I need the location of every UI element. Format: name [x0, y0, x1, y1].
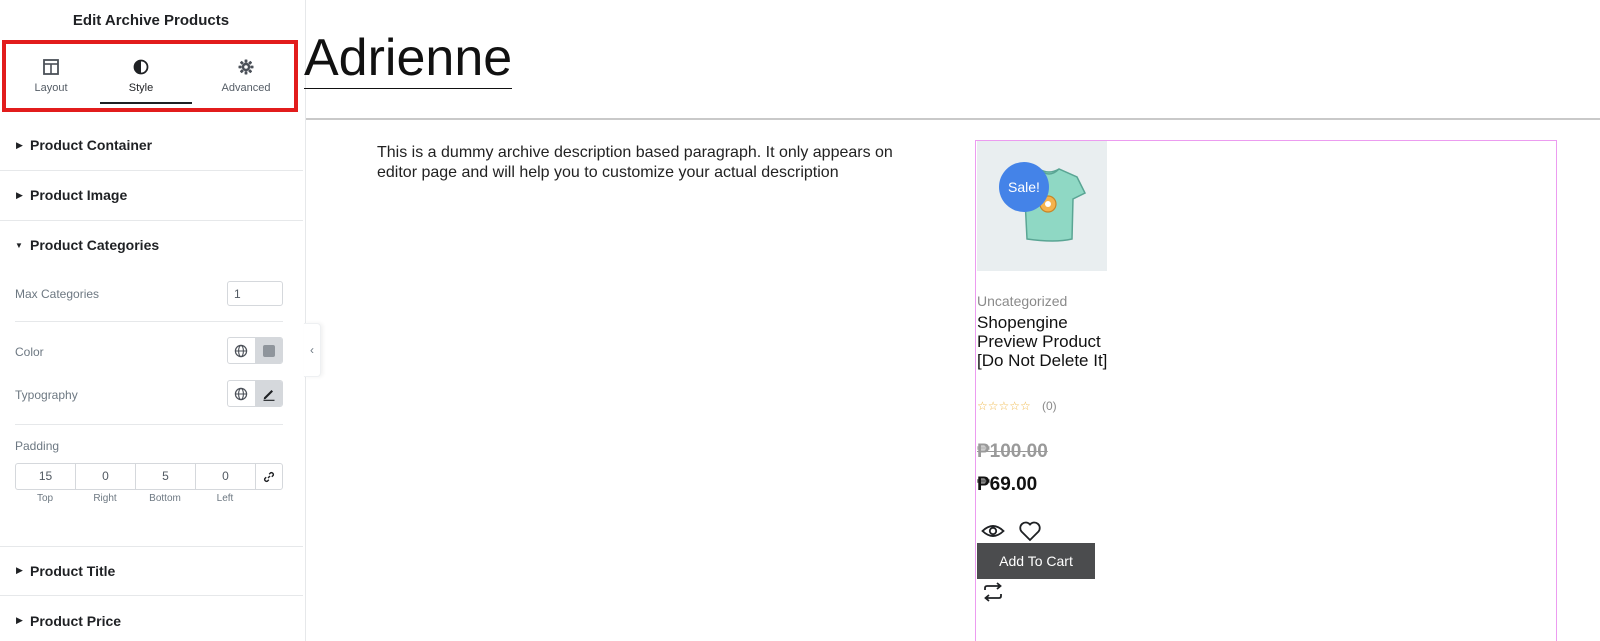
- gear-icon: [238, 59, 254, 75]
- divider: [15, 321, 283, 322]
- caret-right-icon: ▶: [16, 190, 23, 200]
- divider: [15, 424, 283, 425]
- rating-stars: ☆☆☆☆☆: [977, 399, 1031, 413]
- add-to-cart-button[interactable]: Add To Cart: [977, 543, 1095, 579]
- section-title: Product Image: [30, 187, 128, 203]
- edit-typography-button[interactable]: [254, 381, 282, 406]
- padding-right-label: Right: [93, 493, 117, 504]
- sale-badge: Sale!: [999, 162, 1049, 212]
- active-tab-indicator: [100, 102, 192, 104]
- compare-arrows-icon[interactable]: [981, 580, 1005, 604]
- padding-label: Padding: [15, 439, 60, 453]
- section-title: Product Price: [30, 613, 122, 629]
- max-categories-input[interactable]: 1: [227, 281, 283, 306]
- typography-label: Typography: [15, 388, 78, 402]
- half-circle-contrast-icon: [133, 59, 149, 75]
- section-product-price[interactable]: ▶ Product Price: [0, 596, 303, 641]
- padding-bottom-label: Bottom: [149, 493, 181, 504]
- preview-canvas: Adrienne This is a dummy archive descrip…: [304, 0, 1600, 641]
- padding-control: 15 0 5 0: [15, 463, 283, 490]
- wishlist-heart-icon[interactable]: [1018, 519, 1042, 543]
- quick-view-eye-icon[interactable]: [981, 520, 1005, 542]
- caret-right-icon: ▶: [16, 140, 23, 150]
- section-product-image[interactable]: ▶ Product Image: [0, 171, 303, 221]
- max-categories-label: Max Categories: [15, 287, 100, 301]
- tab-layout-label: Layout: [34, 82, 68, 94]
- link-icon: [264, 471, 274, 482]
- tshirt-image: [1014, 168, 1087, 242]
- padding-top-input[interactable]: 15: [16, 464, 76, 489]
- section-title: Product Categories: [30, 237, 160, 253]
- product-title-link[interactable]: Shopengine Preview Product [Do Not Delet…: [977, 313, 1117, 370]
- tab-advanced[interactable]: Advanced: [201, 58, 291, 94]
- archive-title[interactable]: Adrienne: [304, 30, 513, 89]
- color-swatch: [262, 344, 275, 357]
- tab-advanced-label: Advanced: [221, 82, 271, 94]
- section-product-categories[interactable]: ▼ Product Categories: [0, 221, 303, 271]
- global-typography-button[interactable]: [228, 381, 255, 406]
- caret-right-icon: ▶: [16, 565, 23, 575]
- typography-control: [227, 380, 283, 407]
- section-product-container[interactable]: ▶ Product Container: [0, 121, 303, 171]
- tab-style[interactable]: Style: [96, 58, 186, 94]
- divider: [306, 118, 1600, 120]
- layout-columns-icon: [43, 59, 59, 75]
- color-picker-button[interactable]: [254, 338, 282, 363]
- padding-top-label: Top: [36, 493, 54, 504]
- caret-down-icon: ▼: [15, 241, 23, 250]
- rating-count: (0): [1042, 399, 1057, 413]
- product-image[interactable]: Sale!: [977, 141, 1107, 271]
- globe-icon: [235, 344, 248, 357]
- padding-left-label: Left: [216, 493, 234, 504]
- archive-products-widget[interactable]: Sale! Uncategorized Shopengine Preview P…: [975, 140, 1557, 641]
- padding-labels: Top Right Bottom Left: [15, 493, 255, 504]
- editor-panel: Edit Archive Products Layout Style Advan…: [0, 0, 306, 641]
- section-title: Product Title: [30, 563, 116, 579]
- globe-icon: [235, 387, 248, 400]
- padding-bottom-input[interactable]: 5: [136, 464, 196, 489]
- padding-right-input[interactable]: 0: [76, 464, 136, 489]
- color-label: Color: [15, 345, 44, 359]
- pencil-icon: [263, 389, 275, 401]
- sale-price: ₱69.00: [977, 474, 1038, 495]
- global-color-button[interactable]: [228, 338, 255, 363]
- archive-description: This is a dummy archive description base…: [377, 144, 893, 181]
- tab-style-label: Style: [128, 82, 154, 94]
- section-product-title[interactable]: ▶ Product Title: [0, 546, 303, 596]
- caret-right-icon: ▶: [16, 615, 23, 625]
- panel-title: Edit Archive Products: [72, 12, 230, 29]
- color-control: [227, 337, 283, 364]
- tabs-highlight-box: Layout Style Advanced: [2, 40, 298, 112]
- section-title: Product Container: [30, 137, 153, 153]
- product-category-link[interactable]: Uncategorized: [977, 293, 1067, 309]
- link-values-button[interactable]: [256, 464, 282, 489]
- regular-price: ₱100.00: [977, 441, 1048, 462]
- tab-layout[interactable]: Layout: [6, 58, 96, 94]
- padding-left-input[interactable]: 0: [196, 464, 256, 489]
